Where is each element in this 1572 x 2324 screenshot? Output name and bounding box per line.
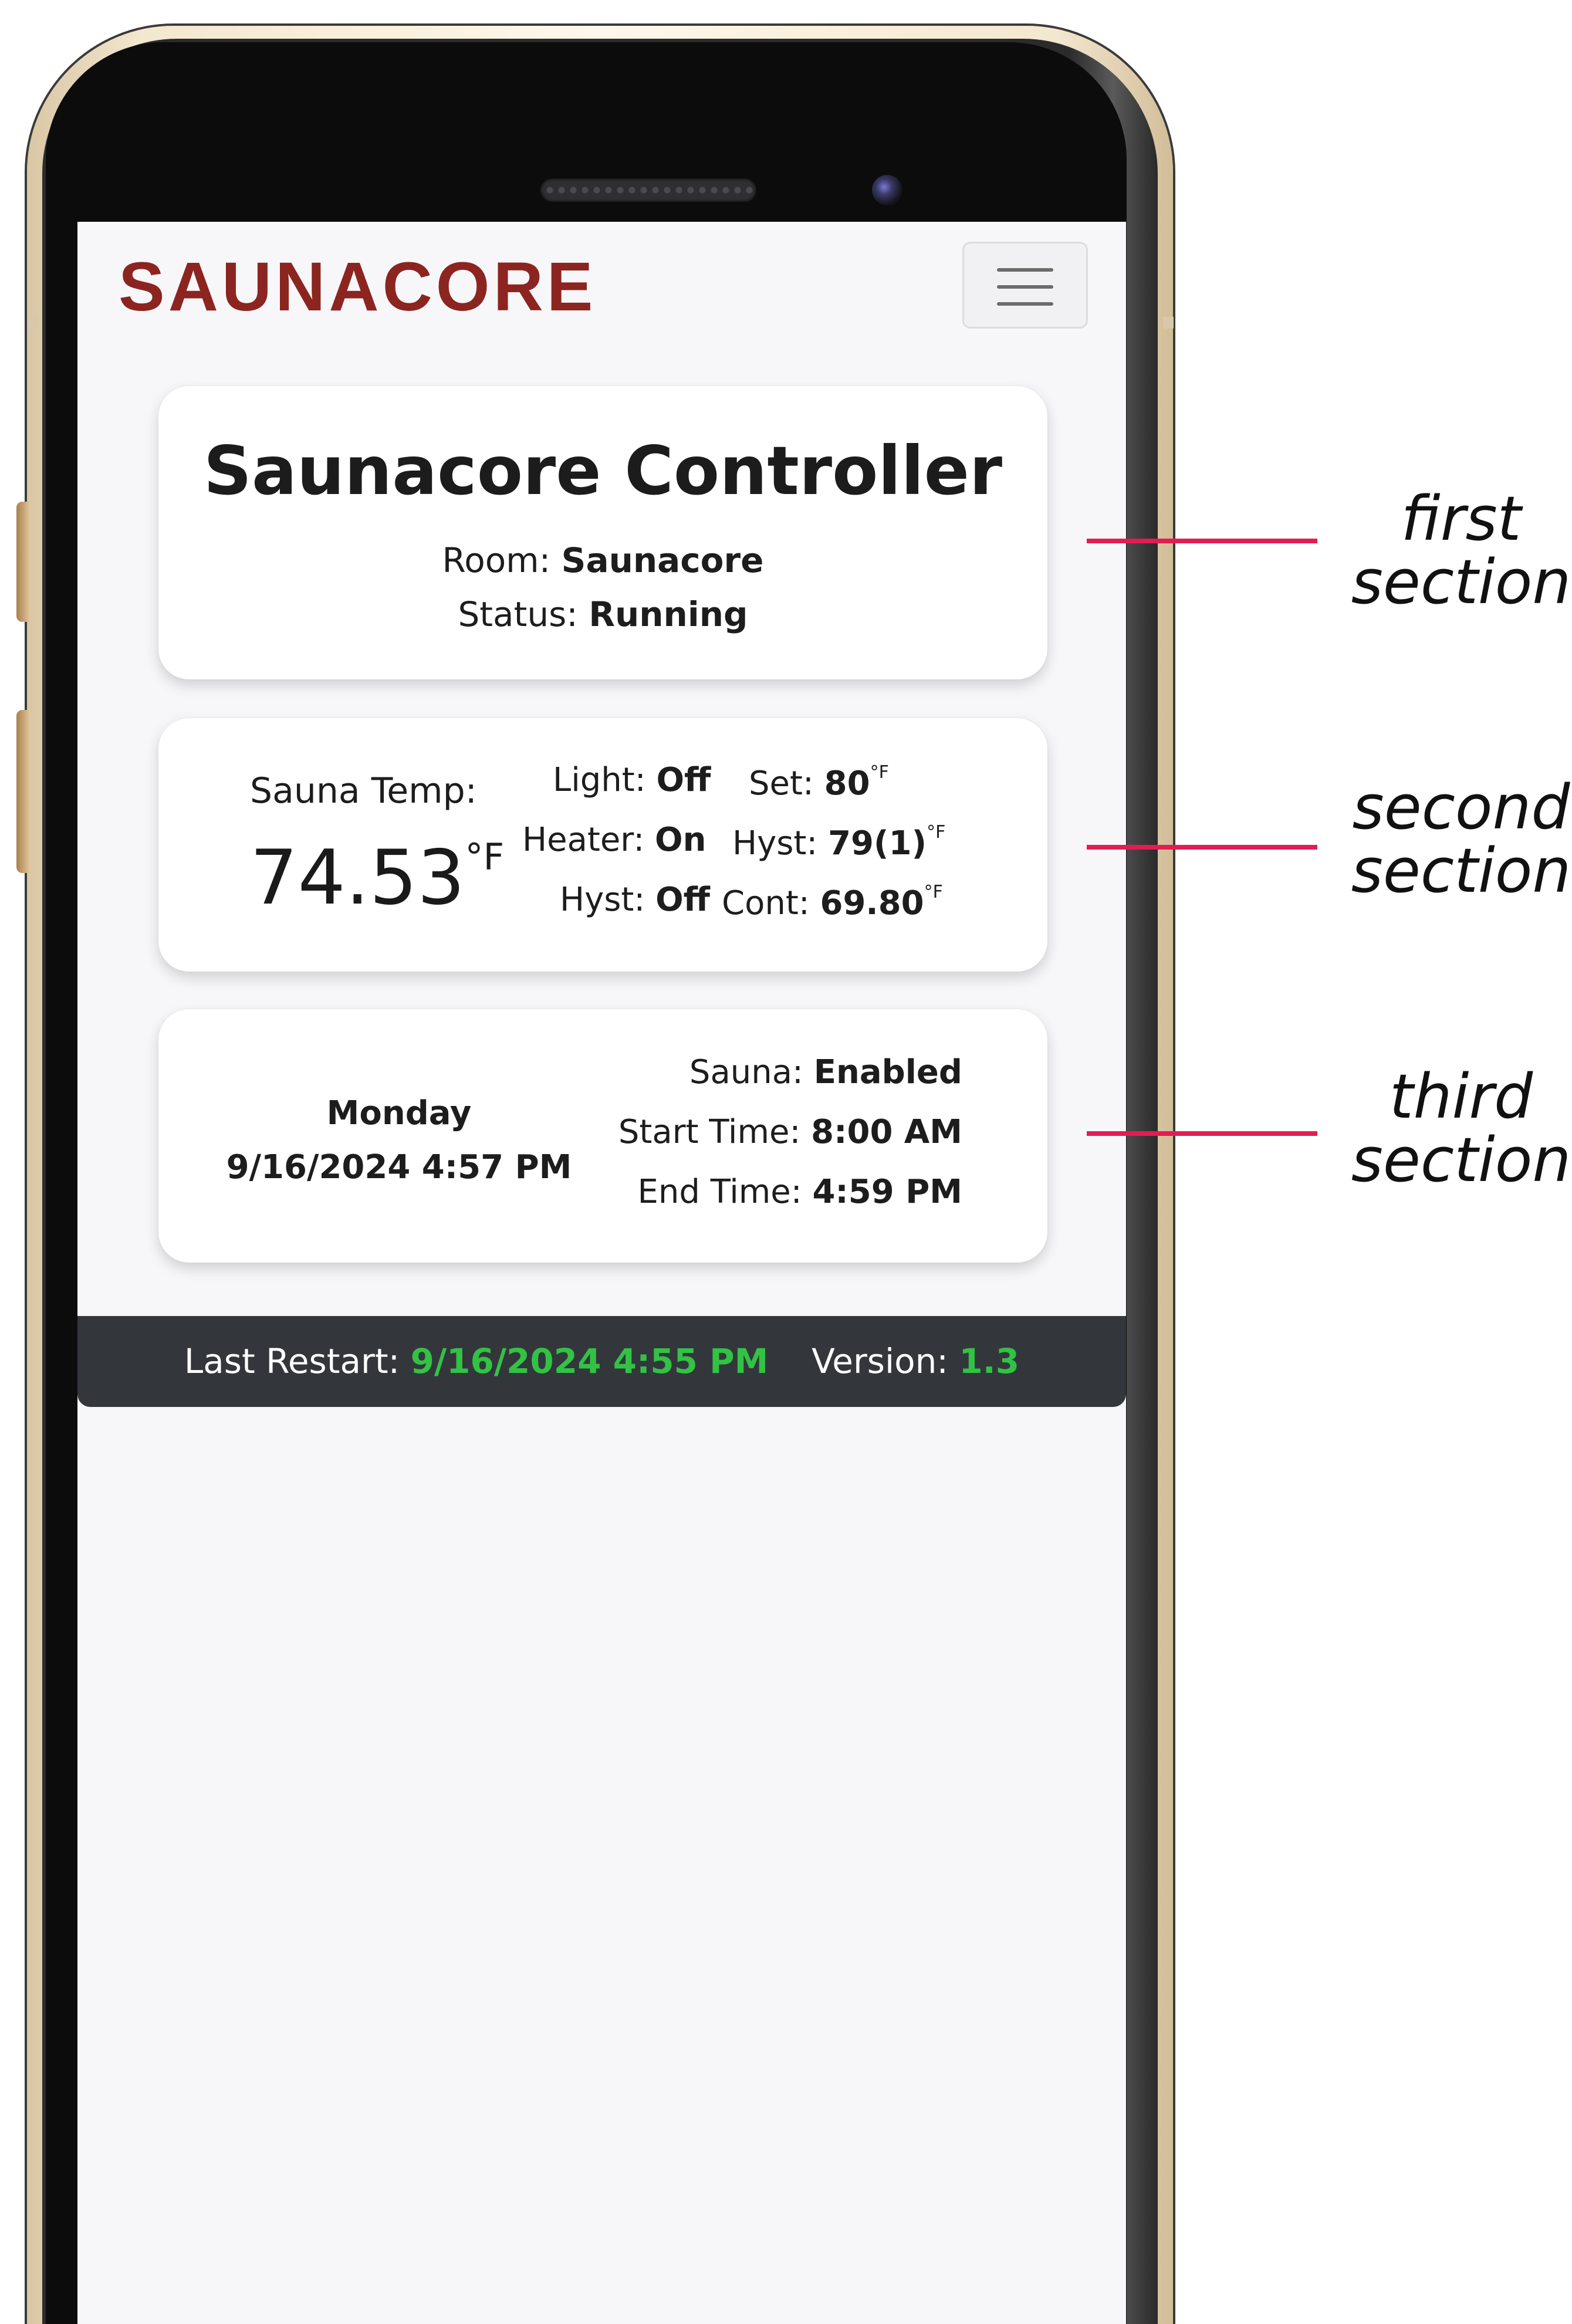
hyst-value: 79(1) <box>828 824 927 862</box>
callout-second-section: second section <box>1344 776 1572 902</box>
status-footer: Last Restart: 9/16/2024 4:55 PM Version:… <box>77 1316 1126 1407</box>
volume-up-button <box>16 502 29 622</box>
start-time-stat: Start Time: 8:00 AM <box>540 1116 962 1149</box>
menu-toggle-button[interactable] <box>962 242 1088 329</box>
callout-first-word2: section <box>1351 546 1571 618</box>
hyst-unit: °F <box>927 822 946 843</box>
room-label: Room: <box>442 540 551 580</box>
controller-info-card: Saunacore Controller Room: Saunacore Sta… <box>158 386 1047 679</box>
frame-band-left <box>27 317 38 329</box>
callout-line-first <box>1087 539 1317 543</box>
cont-unit: °F <box>924 882 943 902</box>
heater-label: Heater: <box>522 821 645 859</box>
hyst-mode-value: Off <box>655 881 711 919</box>
room-line: Room: Saunacore <box>158 543 1047 577</box>
status-value: Running <box>589 594 748 634</box>
callout-third-word2: section <box>1351 1124 1571 1196</box>
datetime-value: 9/16/2024 4:57 PM <box>226 1148 572 1186</box>
status-line: Status: Running <box>158 597 1047 631</box>
hyst-stat: Hyst: 79(1)°F <box>732 824 945 860</box>
start-time-label: Start Time: <box>618 1113 801 1151</box>
heater-value: On <box>655 821 706 859</box>
sauna-temp-value: 74.53 <box>250 834 465 922</box>
start-time-value: 8:00 AM <box>811 1113 962 1151</box>
front-camera-icon <box>872 175 902 205</box>
hyst-label: Hyst: <box>732 824 818 862</box>
light-label: Light: <box>553 761 646 799</box>
callout-third-section: third section <box>1344 1065 1572 1192</box>
sauna-enabled-stat: Sauna: Enabled <box>599 1056 962 1089</box>
sauna-temp-readout: 74.53°F <box>250 839 504 916</box>
sauna-temp-label: Sauna Temp: <box>250 770 477 811</box>
schedule-card: Monday 9/16/2024 4:57 PM Sauna: Enabled … <box>158 1009 1047 1263</box>
version-label: Version: <box>812 1341 948 1381</box>
app-screen: SAUNACORE Saunacore Controller Room: Sau… <box>77 222 1126 2324</box>
callout-line-second <box>1087 845 1317 850</box>
heater-stat: Heater: On <box>522 824 706 857</box>
status-label: Status: <box>458 594 578 634</box>
callout-second-word1: second <box>1352 772 1570 843</box>
page-title: Saunacore Controller <box>203 432 1003 510</box>
cont-label: Cont: <box>722 884 810 922</box>
callout-third-word1: third <box>1389 1061 1533 1132</box>
brand-logo[interactable]: SAUNACORE <box>119 252 597 322</box>
set-label: Set: <box>749 764 814 803</box>
volume-down-button <box>16 710 29 873</box>
restart-label: Last Restart: <box>184 1341 400 1381</box>
cont-stat: Cont: 69.80°F <box>722 884 943 920</box>
set-value: 80 <box>824 764 870 803</box>
end-time-label: End Time: <box>637 1173 802 1211</box>
temperature-card: Sauna Temp: 74.53°F Light: Off Set: 80°F… <box>158 718 1047 972</box>
day-value: Monday <box>326 1094 472 1132</box>
restart-value: 9/16/2024 4:55 PM <box>410 1341 769 1381</box>
end-time-stat: End Time: 4:59 PM <box>540 1176 962 1209</box>
light-value: Off <box>656 761 711 799</box>
light-stat: Light: Off <box>553 764 711 797</box>
sauna-state-value: Enabled <box>813 1053 962 1091</box>
callout-first-section: first section <box>1344 487 1572 614</box>
callout-second-word2: section <box>1351 835 1571 906</box>
sauna-state-label: Sauna: <box>689 1053 803 1091</box>
set-unit: °F <box>870 762 889 783</box>
callout-first-word1: first <box>1401 483 1522 554</box>
end-time-value: 4:59 PM <box>812 1173 962 1211</box>
earpiece-speaker <box>540 178 756 202</box>
hyst-mode-stat: Hyst: Off <box>560 884 710 916</box>
set-stat: Set: 80°F <box>749 764 889 800</box>
navbar: SAUNACORE <box>77 222 1126 352</box>
sauna-temp-unit: °F <box>465 835 505 878</box>
room-value: Saunacore <box>561 540 764 580</box>
version-value: 1.3 <box>959 1341 1020 1381</box>
frame-band-right <box>1163 317 1174 329</box>
cont-value: 69.80 <box>820 884 924 922</box>
callout-line-third <box>1087 1131 1317 1136</box>
hyst-mode-label: Hyst: <box>560 881 645 919</box>
